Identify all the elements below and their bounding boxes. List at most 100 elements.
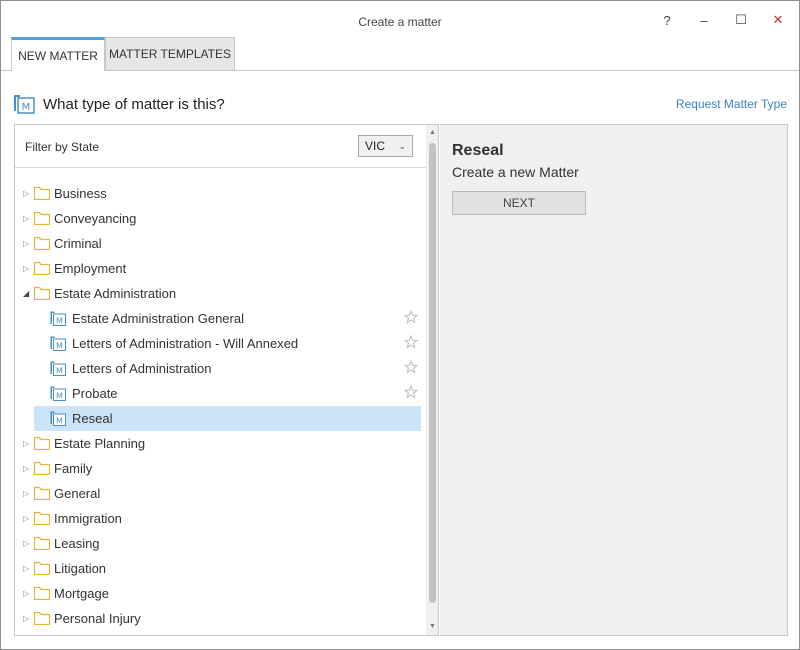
star-icon[interactable] (404, 360, 418, 374)
svg-text:M: M (56, 417, 63, 426)
close-icon[interactable]: ✕ (765, 9, 791, 31)
tree-item-label: Estate Administration (54, 286, 177, 301)
tree-category-criminal[interactable]: ▷ Criminal (15, 231, 427, 256)
tree-category-general[interactable]: ▷ General (15, 481, 427, 506)
title-bar[interactable]: Create a matter ? – ☐ ✕ (1, 1, 799, 37)
folder-icon (34, 511, 50, 525)
tree-matter-reseal[interactable]: M Reseal (34, 406, 421, 431)
svg-text:M: M (56, 367, 63, 376)
folder-icon (34, 536, 50, 550)
tree-item-label: Letters of Administration - Will Annexed (72, 336, 299, 351)
tree-item-label: Litigation (54, 561, 107, 576)
expand-arrow-icon[interactable]: ▷ (23, 589, 31, 598)
tree-category-employment[interactable]: ▷ Employment (15, 256, 427, 281)
scroll-up-icon[interactable]: ▲ (426, 127, 438, 139)
matter-type-icon: M (50, 411, 66, 426)
state-select-value: VIC (365, 139, 386, 153)
scrollbar-thumb[interactable] (429, 143, 436, 603)
matter-type-icon: M (50, 361, 66, 376)
scroll-down-icon[interactable]: ▼ (426, 621, 438, 633)
tree-category-business[interactable]: ▷ Business (15, 181, 427, 206)
tree-category-conveyancing[interactable]: ▷ Conveyancing (15, 206, 427, 231)
chevron-down-icon: ⌄ (398, 141, 406, 151)
tree-category-personal-injury[interactable]: ▷ Personal Injury (15, 606, 427, 631)
tree-scrollbar[interactable]: ▲ ▼ (426, 125, 438, 635)
expand-arrow-icon[interactable]: ▷ (23, 514, 31, 523)
folder-icon (34, 186, 50, 200)
expand-arrow-icon[interactable]: ▷ (23, 439, 31, 448)
svg-text:M: M (22, 102, 31, 113)
expand-arrow-icon[interactable]: ▷ (23, 264, 31, 273)
matter-type-icon: M (50, 311, 66, 326)
tree-matter-letters-of-administration-will-annexed[interactable]: M Letters of Administration - Will Annex… (15, 331, 427, 356)
tree-item-label: Conveyancing (54, 211, 137, 226)
tab-new-matter[interactable]: NEW MATTER (11, 37, 105, 71)
tree-category-leasing[interactable]: ▷ Leasing (15, 531, 427, 556)
expand-arrow-icon[interactable]: ▷ (23, 614, 31, 623)
tree-category-estate-planning[interactable]: ▷ Estate Planning (15, 431, 427, 456)
tree-item-label: Reseal (72, 411, 113, 426)
tree-category-litigation[interactable]: ▷ Litigation (15, 556, 427, 581)
request-matter-type-link[interactable]: Request Matter Type (676, 97, 787, 111)
matter-type-icon: M (50, 386, 66, 401)
tree-item-label: Criminal (54, 236, 102, 251)
maximize-icon[interactable]: ☐ (728, 9, 754, 31)
minimize-icon[interactable]: – (691, 9, 717, 31)
tree-category-immigration[interactable]: ▷ Immigration (15, 506, 427, 531)
svg-text:M: M (56, 342, 63, 351)
filter-label: Filter by State (25, 140, 100, 154)
folder-icon (34, 286, 50, 300)
tab-divider (1, 70, 799, 71)
expand-arrow-icon[interactable]: ▷ (23, 464, 31, 473)
matter-type-tree: ▷ Business ▷ Conveyancing ▷ Criminal ▷ E… (15, 181, 427, 631)
collapse-arrow-icon[interactable]: ◢ (23, 289, 31, 298)
tab-matter-templates[interactable]: MATTER TEMPLATES (105, 37, 235, 71)
tree-item-label: Letters of Administration (72, 361, 212, 376)
tree-item-label: Estate Administration General (72, 311, 244, 326)
folder-icon (34, 461, 50, 475)
folder-icon (34, 611, 50, 625)
matter-detail-panel: Reseal Create a new Matter NEXT (440, 124, 788, 636)
star-icon[interactable] (404, 335, 418, 349)
folder-icon (34, 486, 50, 500)
star-icon[interactable] (404, 310, 418, 324)
expand-arrow-icon[interactable]: ▷ (23, 239, 31, 248)
next-button[interactable]: NEXT (452, 191, 586, 215)
folder-icon (34, 236, 50, 250)
tree-category-mortgage[interactable]: ▷ Mortgage (15, 581, 427, 606)
question-title: What type of matter is this? (43, 95, 225, 113)
tree-item-label: Family (54, 461, 93, 476)
folder-icon (34, 436, 50, 450)
create-matter-window: Create a matter ? – ☐ ✕ NEW MATTER MATTE… (0, 0, 800, 650)
expand-arrow-icon[interactable]: ▷ (23, 489, 31, 498)
detail-title: Reseal (452, 142, 504, 159)
folder-icon (34, 561, 50, 575)
tree-item-label: Personal Injury (54, 611, 141, 626)
tree-category-estate-administration[interactable]: ◢ Estate Administration (15, 281, 427, 306)
tree-item-label: Probate (72, 386, 118, 401)
tree-item-label: Business (54, 186, 107, 201)
tree-item-label: Leasing (54, 536, 100, 551)
expand-arrow-icon[interactable]: ▷ (23, 564, 31, 573)
expand-arrow-icon[interactable]: ▷ (23, 214, 31, 223)
svg-text:M: M (56, 392, 63, 401)
help-icon[interactable]: ? (654, 9, 680, 31)
expand-arrow-icon[interactable]: ▷ (23, 539, 31, 548)
star-icon[interactable] (404, 410, 418, 424)
tree-matter-letters-of-administration[interactable]: M Letters of Administration (15, 356, 427, 381)
filter-row: Filter by State VIC ⌄ (15, 125, 427, 168)
matter-type-panel: Filter by State VIC ⌄ ▷ Business ▷ Conve… (14, 124, 439, 636)
star-icon[interactable] (404, 385, 418, 399)
question-header: M What type of matter is this? (13, 93, 225, 115)
tree-matter-probate[interactable]: M Probate (15, 381, 427, 406)
tree-item-label: Employment (54, 261, 127, 276)
tree-item-label: General (54, 486, 101, 501)
folder-icon (34, 586, 50, 600)
expand-arrow-icon[interactable]: ▷ (23, 189, 31, 198)
svg-text:M: M (56, 317, 63, 326)
tree-item-label: Estate Planning (54, 436, 146, 451)
state-select[interactable]: VIC ⌄ (358, 135, 413, 157)
tree-category-family[interactable]: ▷ Family (15, 456, 427, 481)
matter-type-icon: M (50, 336, 66, 351)
tree-matter-estate-administration-general[interactable]: M Estate Administration General (15, 306, 427, 331)
